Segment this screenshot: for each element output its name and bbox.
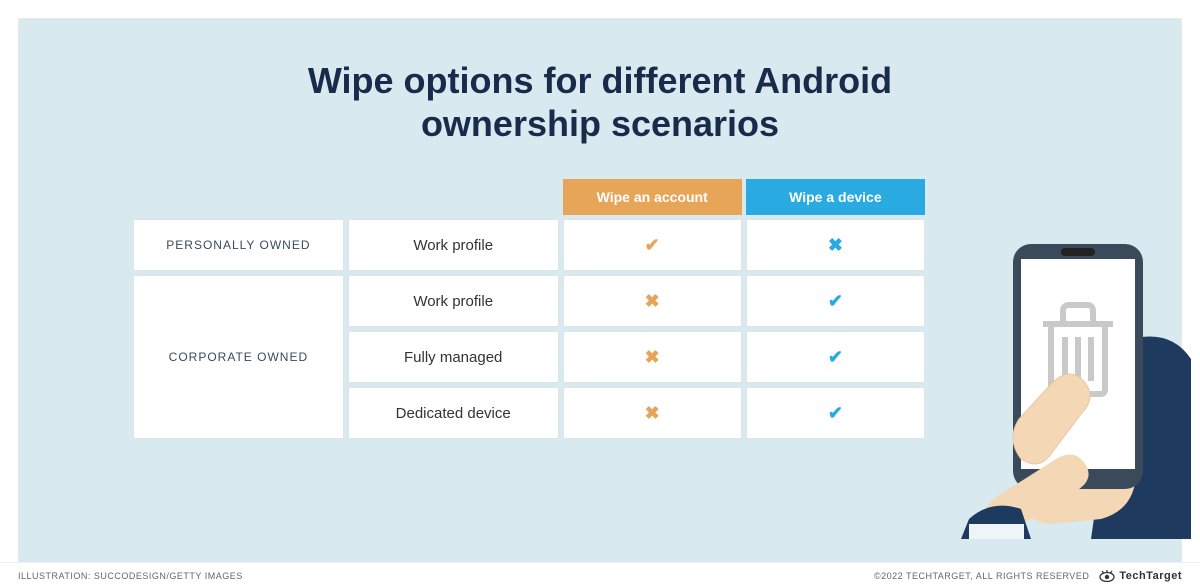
comparison-table-wrap: Wipe an account Wipe a device PERSONALLY… [129, 175, 929, 443]
scenario-cell: Dedicated device [348, 387, 559, 439]
table-row: CORPORATE OWNED Work profile ✖ ✔ [133, 275, 925, 327]
cross-icon: ✖ [645, 291, 660, 311]
mark-cell: ✔ [563, 219, 742, 271]
mark-cell: ✖ [746, 219, 925, 271]
eye-icon [1099, 570, 1115, 582]
mark-cell: ✔ [746, 275, 925, 327]
ownership-corporate: CORPORATE OWNED [133, 275, 344, 439]
check-icon: ✔ [828, 403, 843, 423]
mark-cell: ✖ [563, 331, 742, 383]
header-blank-1 [133, 179, 344, 215]
table-header-row: Wipe an account Wipe a device [133, 179, 925, 215]
header-wipe-account: Wipe an account [563, 179, 742, 215]
check-icon: ✔ [828, 347, 843, 367]
mark-cell: ✖ [563, 275, 742, 327]
outer-frame: Wipe options for different Android owner… [0, 0, 1200, 588]
cross-icon: ✖ [645, 403, 660, 423]
techtarget-logo: TechTarget [1099, 570, 1182, 582]
header-blank-2 [348, 179, 559, 215]
ownership-personal: PERSONALLY OWNED [133, 219, 344, 271]
mark-cell: ✔ [746, 331, 925, 383]
table-row: PERSONALLY OWNED Work profile ✔ ✖ [133, 219, 925, 271]
scenario-cell: Work profile [348, 275, 559, 327]
scenario-cell: Work profile [348, 219, 559, 271]
comparison-table: Wipe an account Wipe a device PERSONALLY… [129, 175, 929, 443]
illustration-credit: ILLUSTRATION: SUCCODESIGN/GETTY IMAGES [18, 571, 243, 581]
footer-bar: ILLUSTRATION: SUCCODESIGN/GETTY IMAGES ©… [0, 562, 1200, 588]
scenario-cell: Fully managed [348, 331, 559, 383]
diagram-title: Wipe options for different Android owner… [19, 19, 1181, 175]
check-icon: ✔ [645, 235, 660, 255]
check-icon: ✔ [828, 291, 843, 311]
header-wipe-device: Wipe a device [746, 179, 925, 215]
copyright-text: ©2022 TECHTARGET, ALL RIGHTS RESERVED [874, 571, 1089, 581]
hand-phone-illustration [921, 209, 1191, 539]
mark-cell: ✖ [563, 387, 742, 439]
diagram-panel: Wipe options for different Android owner… [18, 18, 1182, 570]
cross-icon: ✖ [828, 235, 843, 255]
cross-icon: ✖ [645, 347, 660, 367]
brand-text: TechTarget [1119, 570, 1182, 582]
mark-cell: ✔ [746, 387, 925, 439]
